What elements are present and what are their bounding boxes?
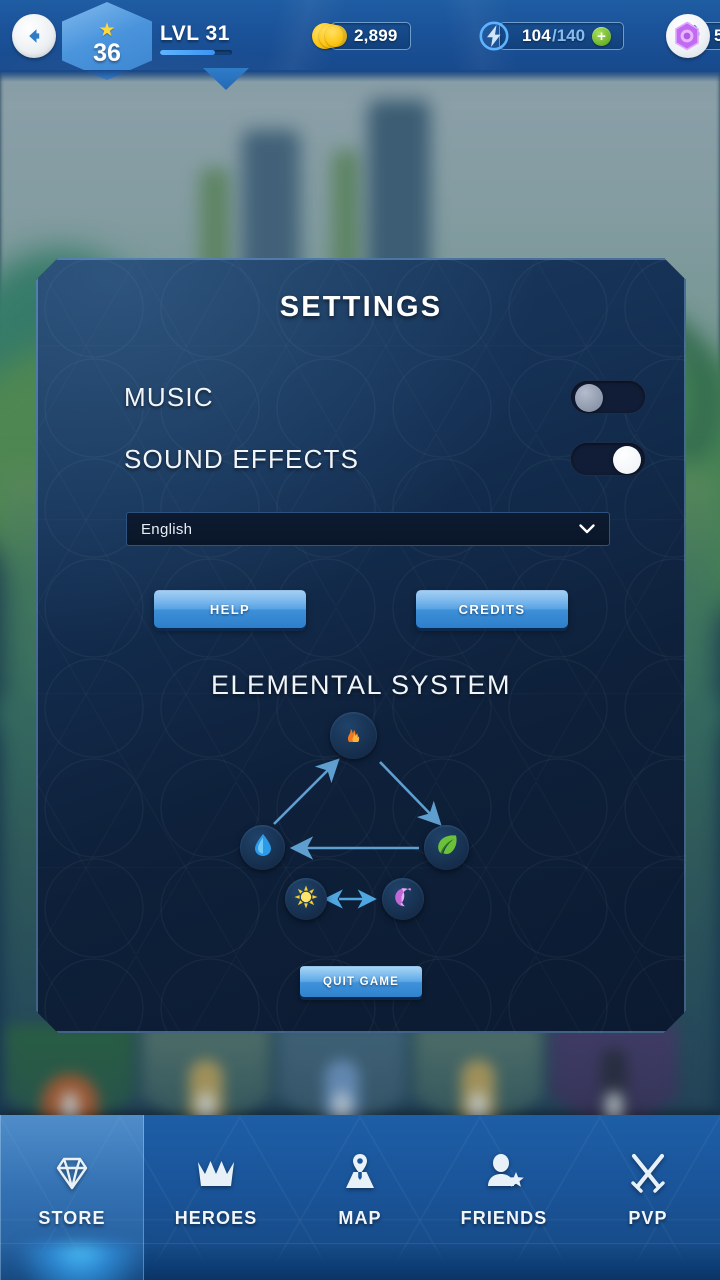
help-button-label: HELP (209, 602, 251, 617)
music-toggle[interactable] (570, 380, 646, 414)
nav-item-store[interactable]: STORE (0, 1115, 144, 1280)
gem-icon (672, 21, 702, 51)
relation-fire-to-nature (380, 762, 438, 822)
water-drop-icon (252, 832, 274, 863)
level-indicator[interactable]: LVL 31 (160, 22, 270, 55)
back-arrow-icon (22, 24, 46, 48)
element-node-light[interactable] (285, 878, 327, 920)
xp-level-badge[interactable]: ★ 36 (62, 2, 152, 80)
energy-max: /140 (551, 26, 586, 45)
energy-add-button[interactable]: + (592, 26, 612, 46)
top-bar: ★ 36 LVL 31 2,899 104 /140 + 5 (0, 0, 720, 82)
xp-badge-value: 36 (93, 38, 121, 67)
energy-count: 104 (522, 26, 551, 45)
chevron-down-icon (577, 519, 597, 539)
nav-item-pvp[interactable]: PVP (576, 1115, 720, 1280)
crossed-swords-icon (624, 1144, 672, 1198)
language-selected-value: English (141, 520, 193, 538)
nav-label-map: MAP (338, 1208, 382, 1228)
nav-label-friends: FRIENDS (460, 1208, 548, 1228)
nav-label-pvp: PVP (628, 1208, 668, 1228)
diamond-icon (48, 1144, 96, 1198)
map-pin-icon (336, 1144, 384, 1198)
quit-game-button[interactable]: QUIT GAME (300, 966, 422, 997)
back-button[interactable] (12, 14, 56, 58)
quit-game-row: QUIT GAME (36, 966, 686, 997)
music-toggle-knob (575, 384, 603, 412)
element-node-fire[interactable] (330, 712, 377, 759)
elemental-system-title: ELEMENTAL SYSTEM (210, 670, 512, 700)
sound-effects-toggle-knob (613, 446, 641, 474)
relation-water-to-fire (274, 762, 336, 824)
nav-item-map[interactable]: MAP (288, 1115, 432, 1280)
bottom-nav-bar: STORE HEROES MAP FRIENDS PVP (0, 1115, 720, 1280)
nav-item-heroes[interactable]: HEROES (144, 1115, 288, 1280)
help-button[interactable]: HELP (154, 590, 306, 628)
coin-icon (312, 21, 347, 51)
elemental-system-diagram (36, 706, 686, 956)
credits-button[interactable]: CREDITS (416, 590, 568, 628)
sun-icon (294, 885, 318, 914)
element-node-nature[interactable] (424, 825, 469, 870)
setting-row-music: MUSIC (124, 380, 646, 414)
panel-action-buttons: HELP CREDITS (36, 590, 686, 628)
sound-effects-label: SOUND EFFECTS (124, 443, 360, 474)
language-select[interactable]: English (126, 512, 610, 546)
resource-chip-gems[interactable]: 516 + (672, 20, 720, 52)
xp-progress-fill (160, 50, 215, 55)
page-title: SETTINGS (279, 291, 443, 323)
setting-row-sound-effects: SOUND EFFECTS (124, 442, 646, 476)
energy-count-box: 104 /140 + (499, 22, 625, 50)
credits-button-label: CREDITS (458, 602, 526, 617)
element-node-dark[interactable] (382, 878, 424, 920)
resource-chip-energy[interactable]: 104 /140 + (478, 20, 625, 52)
music-label: MUSIC (124, 381, 214, 412)
element-node-water[interactable] (240, 825, 285, 870)
fire-icon (341, 720, 367, 751)
person-star-icon (480, 1144, 528, 1198)
gem-count: 516 (714, 26, 720, 45)
coin-count: 2,899 (354, 26, 398, 45)
nav-item-friends[interactable]: FRIENDS (432, 1115, 576, 1280)
crown-icon (192, 1144, 240, 1198)
moon-icon (392, 886, 414, 913)
quit-game-label: QUIT GAME (323, 976, 399, 988)
level-label: LVL 31 (160, 22, 230, 45)
settings-panel: SETTINGS MUSIC SOUND EFFECTS English HEL… (36, 258, 686, 1033)
resource-chip-coins[interactable]: 2,899 (312, 20, 411, 52)
sound-effects-toggle[interactable] (570, 442, 646, 476)
star-icon: ★ (98, 19, 116, 41)
nav-label-heroes: HEROES (174, 1208, 258, 1228)
nav-label-store: STORE (38, 1208, 106, 1228)
energy-bolt-icon (478, 20, 510, 52)
xp-progress-bar (160, 50, 232, 55)
leaf-icon (434, 832, 460, 863)
